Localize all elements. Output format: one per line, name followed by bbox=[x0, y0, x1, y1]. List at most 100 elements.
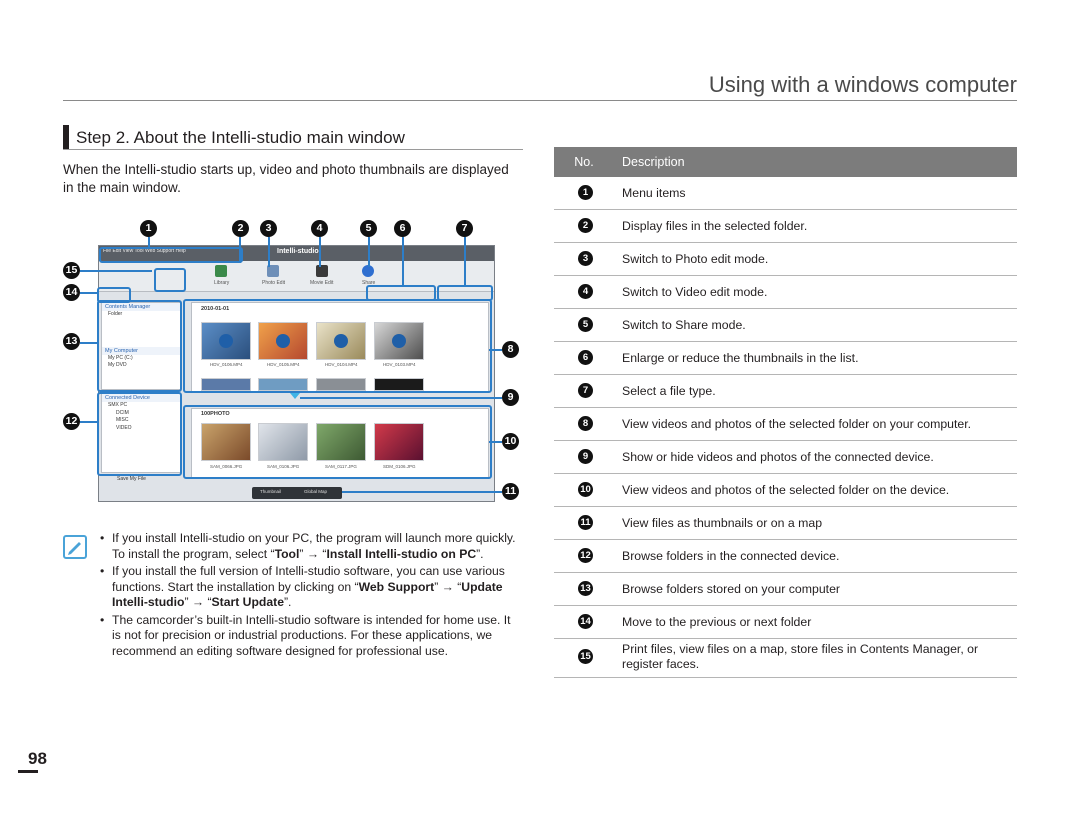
intro-text: When the Intelli-studio starts up, video… bbox=[63, 162, 509, 195]
note-item-1: • If you install Intelli-studio on your P… bbox=[100, 531, 516, 561]
library-icon[interactable] bbox=[215, 265, 227, 277]
table-row: 8 View videos and photos of the selected … bbox=[554, 408, 1017, 441]
app-brand: Intelli-studio bbox=[277, 248, 319, 255]
leader-11 bbox=[342, 491, 502, 493]
row-description: Browse folders in the connected device. bbox=[622, 549, 840, 563]
highlight-device-panel bbox=[183, 405, 492, 479]
table-header: No. Description bbox=[554, 147, 1017, 177]
leader-5 bbox=[368, 237, 370, 267]
row-description: Display files in the selected folder. bbox=[622, 219, 808, 233]
notes-list: • If you install Intelli-studio on your P… bbox=[100, 531, 518, 661]
table-row: 14 Move to the previous or next folder bbox=[554, 606, 1017, 639]
photo-edit-label: Photo Edit bbox=[262, 280, 286, 286]
highlight-pc-panel bbox=[183, 299, 492, 393]
table-row: 3 Switch to Photo edit mode. bbox=[554, 243, 1017, 276]
toggle-device-arrow-icon[interactable] bbox=[290, 393, 300, 399]
table-row: 13 Browse folders stored on your computer bbox=[554, 573, 1017, 606]
row-number-badge: 10 bbox=[578, 482, 593, 497]
leader-3 bbox=[268, 237, 270, 267]
row-number-badge: 4 bbox=[578, 284, 593, 299]
description-table: No. Description 1 Menu items 2 Display file… bbox=[554, 147, 1017, 678]
row-number-badge: 9 bbox=[578, 449, 593, 464]
movie-edit-label: Movie Edit bbox=[310, 280, 334, 286]
step-bar bbox=[63, 125, 69, 149]
table-row: 15 Print files, view files on a map, stor… bbox=[554, 639, 1017, 678]
callout-7: 7 bbox=[456, 220, 473, 237]
callout-8: 8 bbox=[502, 341, 519, 358]
row-number-badge: 5 bbox=[578, 317, 593, 332]
callout-12: 12 bbox=[63, 413, 80, 430]
row-description: Switch to Video edit mode. bbox=[622, 285, 768, 299]
global-map-tab[interactable]: Global Map bbox=[304, 489, 327, 494]
callout-2: 2 bbox=[232, 220, 249, 237]
highlight-zoom bbox=[366, 285, 436, 301]
table-row: 5 Switch to Share mode. bbox=[554, 309, 1017, 342]
highlight-toolbar-left bbox=[154, 268, 186, 292]
leader-2 bbox=[239, 237, 241, 263]
leader-9 bbox=[300, 397, 502, 399]
movie-edit-icon[interactable] bbox=[316, 265, 328, 277]
leader-14 bbox=[80, 292, 98, 294]
row-number-badge: 11 bbox=[578, 515, 593, 530]
row-number-badge: 2 bbox=[578, 218, 593, 233]
row-number-badge: 6 bbox=[578, 350, 593, 365]
note-item-3: • The camcorder’s built-in Intelli-studio… bbox=[100, 612, 511, 658]
leader-7 bbox=[464, 237, 466, 286]
callout-5: 5 bbox=[360, 220, 377, 237]
col-desc-header: Description bbox=[622, 155, 685, 169]
row-description: View videos and photos of the selected f… bbox=[622, 483, 950, 497]
row-number-badge: 7 bbox=[578, 383, 593, 398]
header-rule bbox=[63, 100, 1017, 101]
thumbnail-tab[interactable]: Thumbnail bbox=[260, 489, 281, 494]
col-no-header: No. bbox=[574, 155, 594, 169]
table-row: 12 Browse folders in the connected device… bbox=[554, 540, 1017, 573]
row-number-badge: 12 bbox=[578, 548, 593, 563]
step-title: Step 2. About the Intelli-studio main wi… bbox=[76, 128, 405, 147]
row-number-badge: 1 bbox=[578, 185, 593, 200]
row-description: Print files, view files on a map, store … bbox=[622, 642, 979, 671]
row-description: Switch to Photo edit mode. bbox=[622, 252, 769, 266]
row-description: Browse folders stored on your computer bbox=[622, 582, 841, 596]
callout-15: 15 bbox=[63, 262, 80, 279]
callout-4: 4 bbox=[311, 220, 328, 237]
table-row: 4 Switch to Video edit mode. bbox=[554, 276, 1017, 309]
highlight-left-top bbox=[97, 300, 182, 392]
callout-10: 10 bbox=[502, 433, 519, 450]
note-icon bbox=[63, 535, 87, 559]
row-number-badge: 13 bbox=[578, 581, 593, 596]
row-number-badge: 8 bbox=[578, 416, 593, 431]
callout-3: 3 bbox=[260, 220, 277, 237]
library-label: Library bbox=[214, 280, 230, 286]
row-description: Menu items bbox=[622, 186, 686, 200]
leader-13 bbox=[80, 342, 98, 344]
callout-13: 13 bbox=[63, 333, 80, 350]
callout-9: 9 bbox=[502, 389, 519, 406]
row-description: Show or hide videos and photos of the co… bbox=[622, 450, 934, 464]
highlight-left-bottom bbox=[97, 392, 182, 476]
note-item-2: • If you install the full version of Inte… bbox=[100, 564, 505, 609]
callout-14: 14 bbox=[63, 284, 80, 301]
leader-4 bbox=[319, 237, 321, 267]
save-file-button[interactable]: Save My File bbox=[111, 476, 146, 484]
leader-6 bbox=[402, 237, 404, 286]
page-number-rule bbox=[18, 770, 38, 773]
leader-15 bbox=[80, 270, 152, 272]
leader-10 bbox=[489, 441, 502, 443]
row-description: Move to the previous or next folder bbox=[622, 615, 812, 629]
view-tabs: Thumbnail Global Map bbox=[252, 487, 342, 499]
table-body: 1 Menu items 2 Display files in the selecte… bbox=[554, 177, 1017, 678]
row-description: View files as thumbnails or on a map bbox=[622, 516, 823, 530]
table-row: 9 Show or hide videos and photos of the c… bbox=[554, 441, 1017, 474]
table-row: 10 View videos and photos of the selected… bbox=[554, 474, 1017, 507]
table-row: 2 Display files in the selected folder. bbox=[554, 210, 1017, 243]
section-title: Using with a windows computer bbox=[708, 72, 1017, 97]
row-number-badge: 15 bbox=[578, 649, 593, 664]
leader-1 bbox=[148, 237, 150, 248]
step-heading: Step 2. About the Intelli-studio main wi… bbox=[63, 125, 523, 150]
callout-11: 11 bbox=[502, 483, 519, 500]
row-number-badge: 3 bbox=[578, 251, 593, 266]
row-number-badge: 14 bbox=[578, 614, 593, 629]
callout-1: 1 bbox=[140, 220, 157, 237]
row-description: Select a file type. bbox=[622, 384, 716, 398]
table-row: 7 Select a file type. bbox=[554, 375, 1017, 408]
